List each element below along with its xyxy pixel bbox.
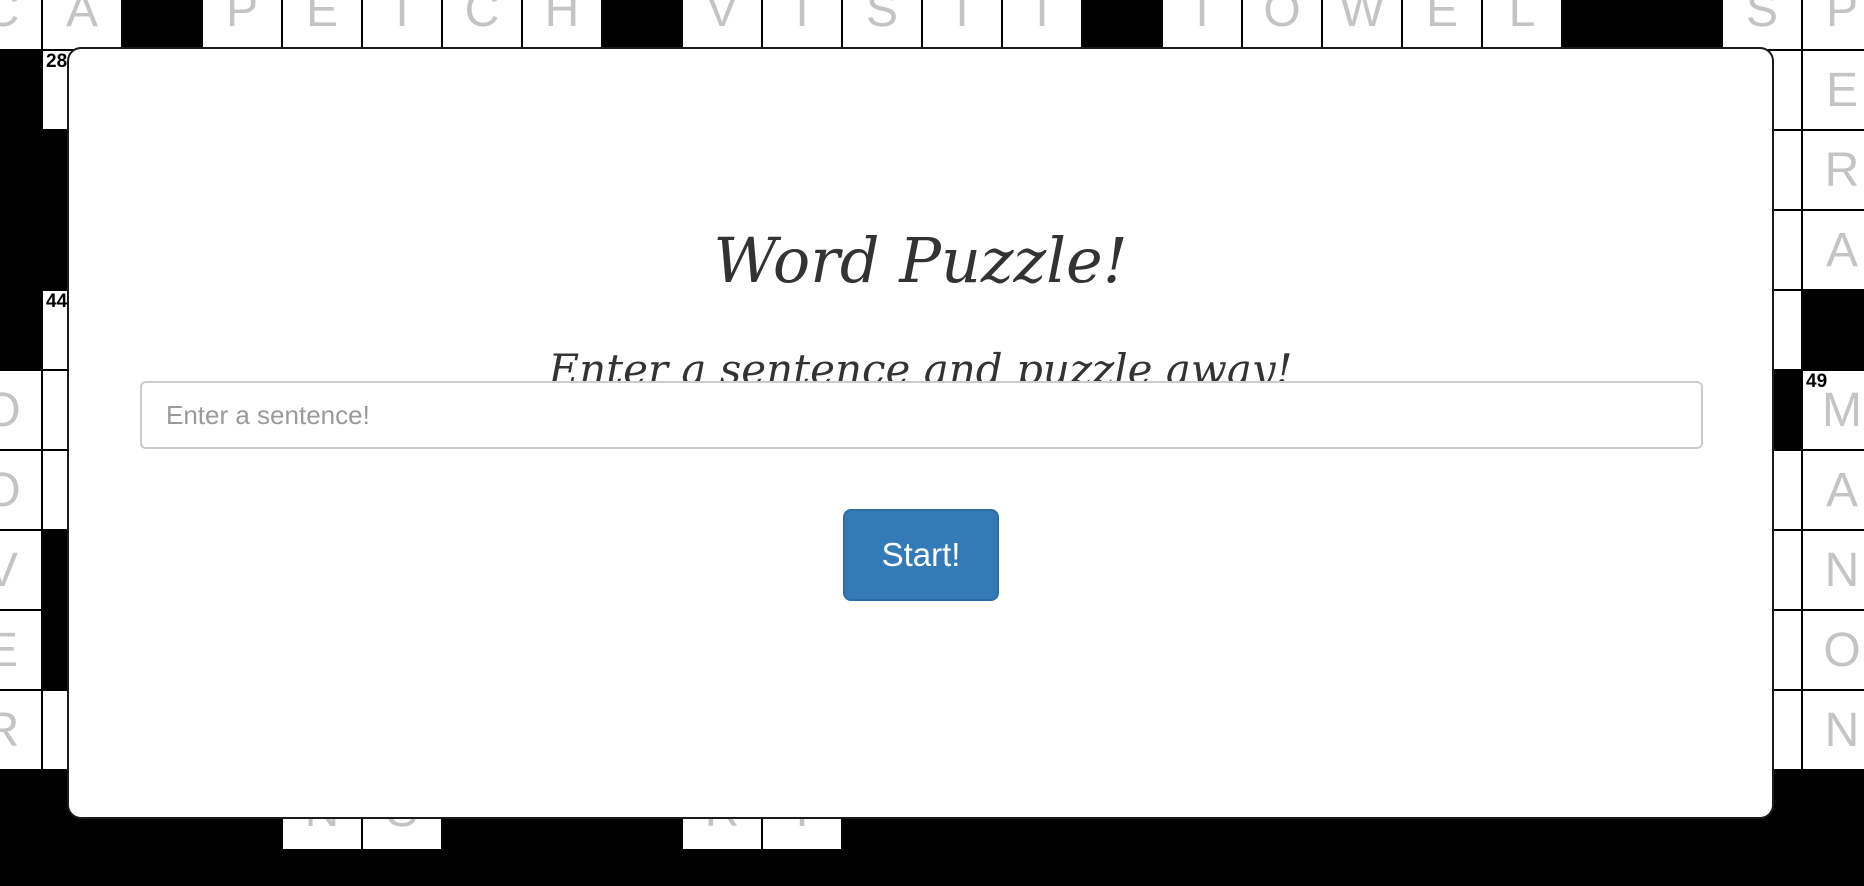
grid-cell-letter: T <box>1187 0 1217 37</box>
grid-cell-letter: O <box>1823 623 1861 677</box>
grid-cell: E <box>1401 0 1483 51</box>
start-button[interactable]: Start! <box>843 509 999 601</box>
grid-cell: A <box>1801 449 1864 531</box>
grid-cell: C <box>0 0 43 51</box>
grid-cell-letter: S <box>865 0 898 37</box>
grid-cell-letter: E <box>305 0 338 37</box>
grid-cell-letter: R <box>1824 143 1860 197</box>
grid-cell-letter: P <box>1825 0 1858 37</box>
grid-cell: N <box>1801 529 1864 611</box>
grid-cell-letter: C <box>464 0 500 37</box>
grid-cell: 23V <box>681 0 763 51</box>
grid-cell-letter: E <box>0 623 18 677</box>
grid-cell: R <box>1801 129 1864 211</box>
grid-cell-letter: E <box>1425 0 1458 37</box>
grid-cell: R <box>0 689 43 771</box>
grid-cell: 26L <box>1481 0 1563 51</box>
grid-cell: N <box>1801 689 1864 771</box>
grid-cell: 21S <box>1721 0 1803 51</box>
grid-block-cell <box>0 49 43 131</box>
grid-cell-letter: T <box>1027 0 1057 37</box>
grid-cell: V <box>0 529 43 611</box>
grid-cell-letter: R <box>0 703 20 757</box>
grid-cell-letter: S <box>1745 0 1778 37</box>
grid-cell: A <box>1801 209 1864 291</box>
grid-cell: I <box>361 0 443 51</box>
grid-cell: W <box>1321 0 1403 51</box>
grid-cell: E <box>281 0 363 51</box>
grid-cell: 24T <box>1001 0 1083 51</box>
grid-cell: O <box>0 449 43 531</box>
grid-block-cell <box>1641 0 1723 51</box>
grid-cell-letter: N <box>1824 543 1860 597</box>
grid-cell: H <box>521 0 603 51</box>
grid-block-cell <box>1081 0 1163 51</box>
grid-cell: A <box>41 0 123 51</box>
grid-cell: C <box>441 0 523 51</box>
grid-cell-letter: O <box>1263 0 1301 37</box>
grid-cell-letter: I <box>955 0 969 37</box>
grid-cell: O <box>1801 609 1864 691</box>
grid-cell-number: 28 <box>46 51 68 72</box>
grid-cell-letter: V <box>705 0 738 37</box>
grid-block-cell <box>601 0 683 51</box>
grid-cell: O <box>1241 0 1323 51</box>
grid-cell-letter: V <box>0 543 18 597</box>
grid-cell: E <box>0 609 43 691</box>
grid-cell: E <box>1801 49 1864 131</box>
grid-cell-letter: P <box>225 0 258 37</box>
grid-cell: I <box>921 0 1003 51</box>
grid-cell-letter: N <box>1824 703 1860 757</box>
grid-block-cell <box>1561 0 1643 51</box>
grid-cell: I <box>761 0 843 51</box>
grid-cell: S <box>841 0 923 51</box>
grid-cell-letter: C <box>0 0 20 37</box>
sentence-input[interactable] <box>140 381 1703 449</box>
grid-cell-number: 44 <box>46 291 68 312</box>
grid-cell-letter: L <box>1508 0 1536 37</box>
dialog-title: Word Puzzle! <box>713 224 1128 297</box>
grid-block-cell <box>0 209 43 291</box>
start-dialog: Word Puzzle! Enter a sentence and puzzle… <box>67 47 1774 819</box>
grid-cell-letter: A <box>1825 463 1858 517</box>
grid-cell-letter: I <box>795 0 809 37</box>
grid-cell: 49 M <box>1801 369 1864 451</box>
grid-cell: P <box>1801 0 1864 51</box>
grid-cell: 22P <box>201 0 283 51</box>
grid-cell-letter: H <box>544 0 580 37</box>
grid-cell: O <box>0 369 43 451</box>
grid-cell-letter: M <box>1822 383 1862 437</box>
grid-block-cell <box>1801 289 1864 371</box>
grid-cell-letter: E <box>1825 63 1858 117</box>
grid-cell-letter: A <box>65 0 98 37</box>
grid-block-cell <box>121 0 203 51</box>
grid-cell-letter: A <box>1825 223 1858 277</box>
grid-cell-letter: I <box>395 0 409 37</box>
grid-cell-letter: O <box>0 383 21 437</box>
grid-block-cell <box>0 129 43 211</box>
grid-cell-letter: O <box>0 463 21 517</box>
grid-block-cell <box>0 289 43 371</box>
grid-cell: 25T <box>1161 0 1243 51</box>
grid-cell-letter: W <box>1339 0 1385 37</box>
